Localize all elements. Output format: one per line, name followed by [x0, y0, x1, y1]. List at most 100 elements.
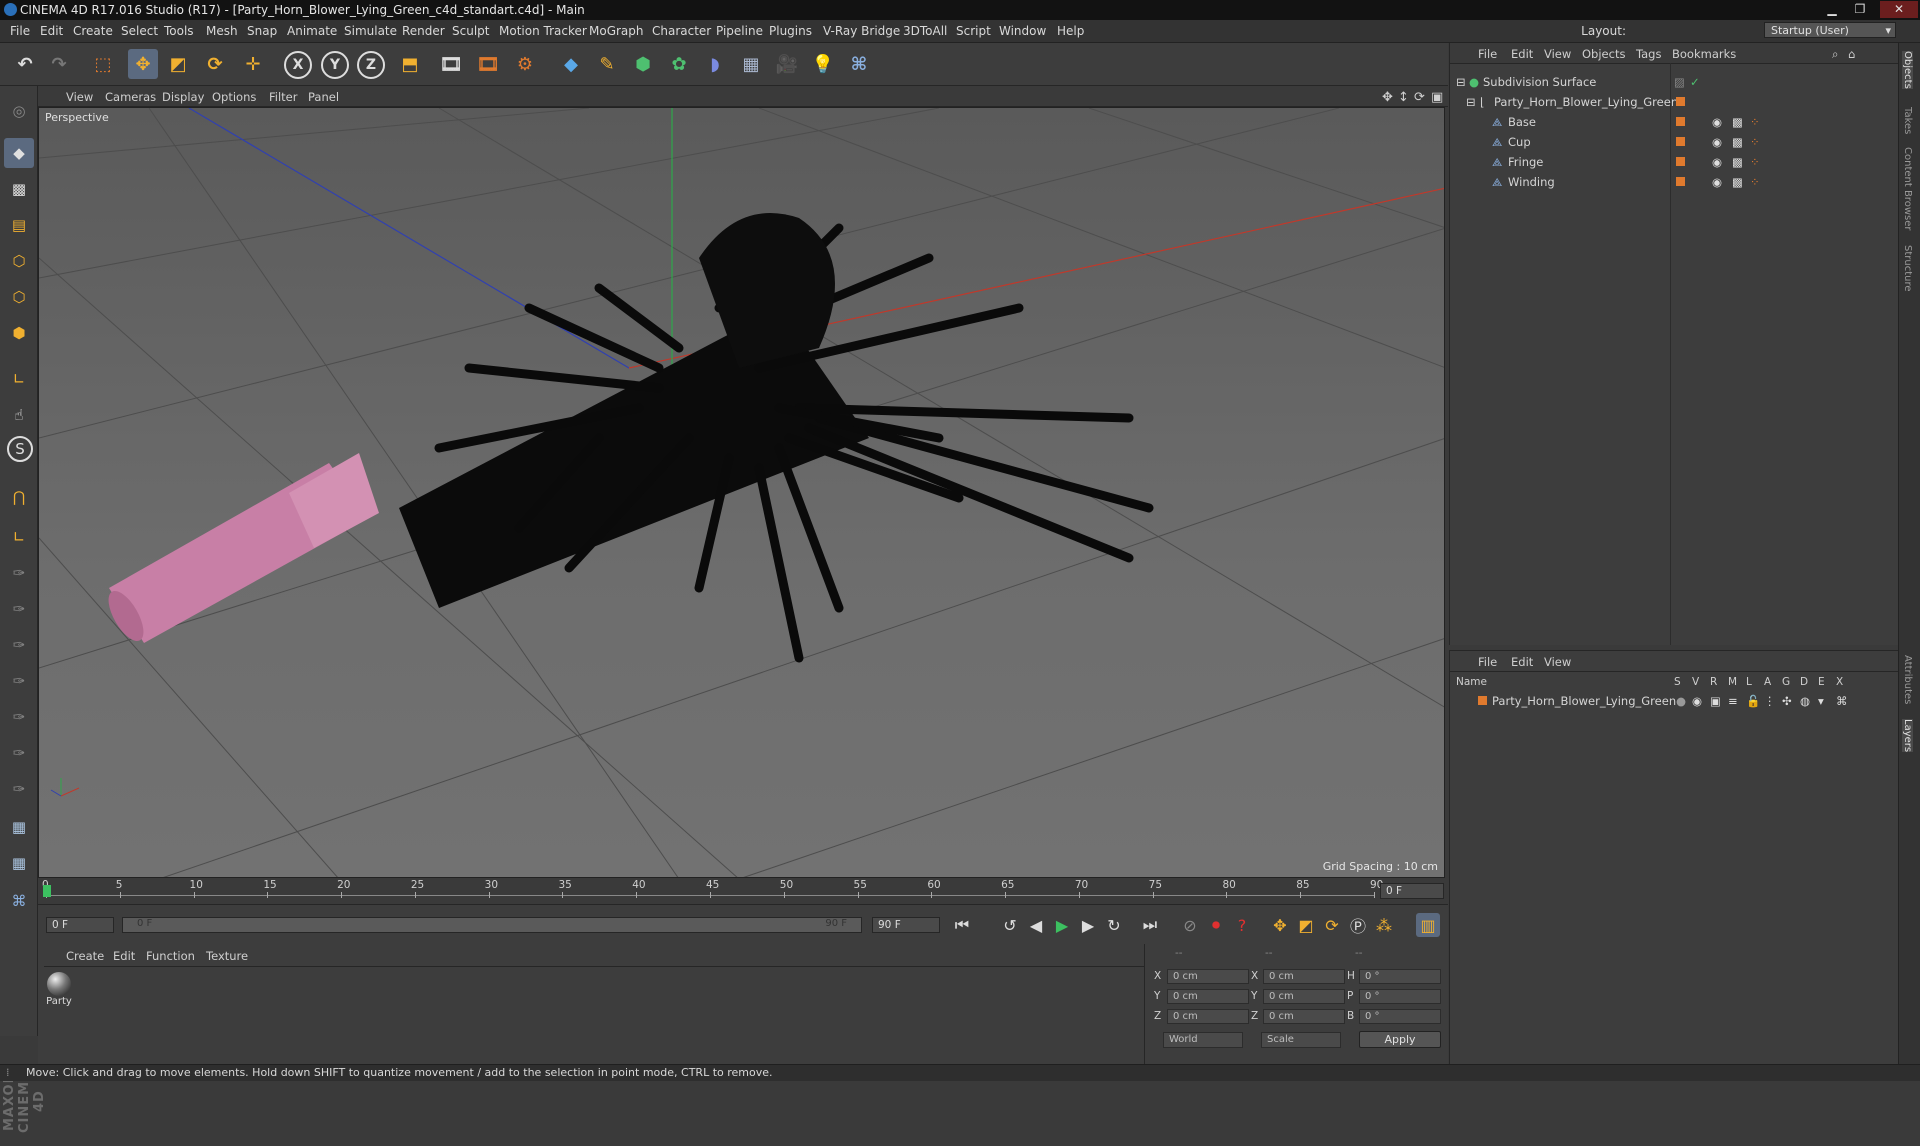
x-axis-lock-icon[interactable]: X: [284, 51, 312, 79]
viewport-menu-view[interactable]: View: [66, 90, 93, 104]
texture-tag-icon[interactable]: ▩: [1732, 112, 1743, 132]
key-rotation-icon[interactable]: ⟳: [1320, 913, 1344, 937]
sculpt-inflate-icon[interactable]: ✑: [4, 666, 34, 696]
scale-tool-icon[interactable]: ◩: [163, 49, 193, 79]
pos-z-field[interactable]: 0 cm: [1167, 1009, 1249, 1024]
3d-viewport[interactable]: Perspective Grid Spacing : 10 cm: [38, 107, 1445, 878]
menu-create[interactable]: Create: [73, 24, 113, 38]
rot-h-field[interactable]: 0 °: [1359, 969, 1441, 984]
collapse-icon[interactable]: ⊟: [1456, 72, 1466, 92]
material-swatch[interactable]: Party: [44, 972, 74, 1014]
maximize-view-icon[interactable]: ▣: [1431, 90, 1443, 105]
selection-tag-icon[interactable]: ⁘: [1750, 112, 1760, 132]
camera-icon[interactable]: 🎥: [772, 49, 802, 79]
previous-frame-icon[interactable]: ◀: [1024, 913, 1048, 937]
selection-tag-icon[interactable]: ⁘: [1750, 172, 1760, 192]
close-icon[interactable]: ✕: [1880, 1, 1918, 18]
move-tool-icon[interactable]: ✥: [128, 49, 158, 79]
material-tag-icon[interactable]: ◉: [1712, 152, 1722, 172]
layer-color-swatch[interactable]: [1478, 696, 1487, 705]
model-mode-icon[interactable]: ◆: [4, 138, 34, 168]
apply-button[interactable]: Apply: [1359, 1031, 1441, 1048]
autokey-icon[interactable]: ⏺: [1204, 913, 1228, 937]
texture-tag-icon[interactable]: ▩: [1732, 152, 1743, 172]
timeline-ruler[interactable]: 051015202530354045505560657075808590 0 F: [38, 879, 1448, 903]
menu-plugins[interactable]: Plugins: [769, 24, 812, 38]
key-scale-icon[interactable]: ◩: [1294, 913, 1318, 937]
layer-xref-icon[interactable]: ⌘: [1836, 691, 1848, 711]
viewport-menu-options[interactable]: Options: [212, 90, 256, 104]
layer-menu-file[interactable]: File: [1478, 655, 1497, 669]
snap-magnet-icon[interactable]: ⋂: [4, 482, 34, 512]
menu-animate[interactable]: Animate: [287, 24, 337, 38]
next-frame-icon[interactable]: ▶: [1076, 913, 1100, 937]
material-menu-create[interactable]: Create: [66, 949, 104, 963]
menu-motion-tracker[interactable]: Motion Tracker: [499, 24, 587, 38]
menu-render[interactable]: Render: [402, 24, 445, 38]
workplane-icon[interactable]: ∟: [4, 522, 34, 552]
menu-pipeline[interactable]: Pipeline: [716, 24, 763, 38]
key-position-icon[interactable]: ✥: [1268, 913, 1292, 937]
dolly-view-icon[interactable]: ↕: [1398, 90, 1409, 105]
viewport-menu-filter[interactable]: Filter: [269, 90, 297, 104]
layer-toggle-icon[interactable]: ▨: [1674, 72, 1685, 92]
menu-vray-bridge[interactable]: V-Ray Bridge: [823, 24, 900, 38]
object-row[interactable]: ⊟ ⌊ Party_Horn_Blower_Lying_Green: [1450, 92, 1898, 112]
solo-mode-icon[interactable]: S: [7, 436, 33, 462]
home-icon[interactable]: ⌂: [1848, 47, 1855, 61]
texture-tag-icon[interactable]: ▩: [1732, 172, 1743, 192]
enabled-check-icon[interactable]: ✓: [1690, 72, 1700, 92]
sculpt-flatten-icon[interactable]: ✑: [4, 702, 34, 732]
render-view-icon[interactable]: 🎞: [436, 49, 466, 79]
viewport-menu-display[interactable]: Display: [162, 90, 204, 104]
key-parameter-icon[interactable]: Ⓟ: [1346, 913, 1370, 937]
live-selection-icon[interactable]: ⬚: [88, 49, 118, 79]
rot-p-field[interactable]: 0 °: [1359, 989, 1441, 1004]
keyframe-selection-icon[interactable]: ?: [1230, 913, 1254, 937]
material-menu-function[interactable]: Function: [146, 949, 195, 963]
texture-mode-icon[interactable]: ▩: [4, 174, 34, 204]
obj-menu-bookmarks[interactable]: Bookmarks: [1672, 47, 1736, 61]
points-mode-icon[interactable]: ⬡: [4, 246, 34, 276]
layer-color-icon[interactable]: [1676, 97, 1685, 106]
search-icon[interactable]: ⌕: [1832, 47, 1838, 62]
restore-icon[interactable]: ❐: [1846, 1, 1874, 18]
workplane-mode-icon[interactable]: ▤: [4, 210, 34, 240]
menu-help[interactable]: Help: [1057, 24, 1084, 38]
python-icon[interactable]: ⌘: [844, 49, 874, 79]
selection-tag-icon[interactable]: ⁘: [1750, 132, 1760, 152]
side-tab-content-browser[interactable]: Content Browser: [1902, 147, 1913, 230]
collapse-icon[interactable]: ⊟: [1466, 92, 1476, 112]
key-pla-icon[interactable]: ⁂: [1372, 913, 1396, 937]
z-axis-lock-icon[interactable]: Z: [357, 51, 385, 79]
cube-icon[interactable]: ◆: [556, 49, 586, 79]
obj-menu-view[interactable]: View: [1544, 47, 1571, 61]
menu-mograph[interactable]: MoGraph: [589, 24, 644, 38]
coordinate-space-dropdown[interactable]: World: [1163, 1032, 1243, 1048]
render-picture-viewer-icon[interactable]: 🎞: [473, 49, 503, 79]
viewport-menu-panel[interactable]: Panel: [308, 90, 339, 104]
menu-sculpt[interactable]: Sculpt: [452, 24, 489, 38]
menu-mesh[interactable]: Mesh: [206, 24, 238, 38]
object-row[interactable]: ⟁ Cup ◉ ▩ ⁘: [1450, 132, 1898, 152]
menu-tools[interactable]: Tools: [164, 24, 194, 38]
layer-color-icon[interactable]: [1676, 137, 1685, 146]
layer-color-icon[interactable]: [1676, 177, 1685, 186]
size-z-field[interactable]: 0 cm: [1263, 1009, 1345, 1024]
rotate-view-icon[interactable]: ⟳: [1414, 90, 1425, 105]
minimize-icon[interactable]: ▁: [1818, 1, 1846, 18]
menu-select[interactable]: Select: [121, 24, 158, 38]
edges-mode-icon[interactable]: ⬡: [4, 282, 34, 312]
undo-icon[interactable]: ↶: [10, 49, 40, 79]
make-editable-icon[interactable]: ◎: [4, 96, 34, 126]
coordinate-mode-dropdown[interactable]: Scale: [1261, 1032, 1341, 1048]
frame-range-slider[interactable]: 0 F 90 F: [122, 917, 862, 933]
material-tag-icon[interactable]: ◉: [1712, 172, 1722, 192]
current-frame-field[interactable]: 0 F: [1380, 883, 1444, 899]
menu-3dtoall[interactable]: 3DToAll: [903, 24, 947, 38]
sculpt-grab-icon[interactable]: ✑: [4, 738, 34, 768]
size-x-field[interactable]: 0 cm: [1263, 969, 1345, 984]
layer-lock-icon[interactable]: 🔓: [1746, 691, 1760, 711]
side-tab-objects[interactable]: Objects: [1902, 51, 1913, 89]
side-tab-takes[interactable]: Takes: [1902, 107, 1913, 134]
